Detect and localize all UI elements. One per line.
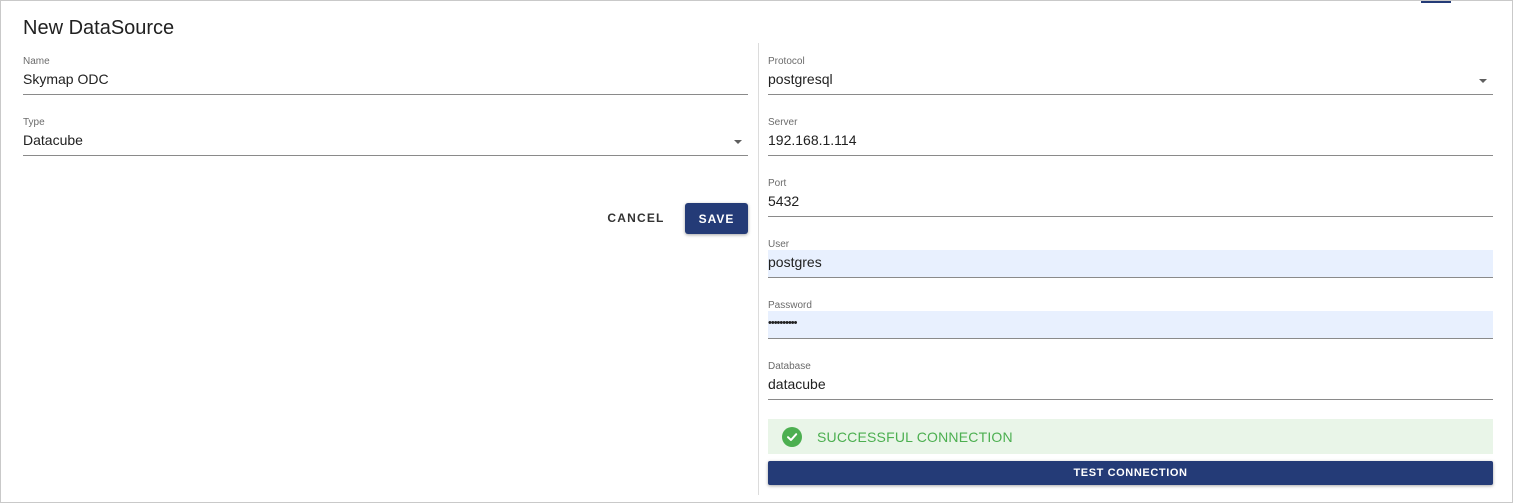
protocol-label: Protocol (768, 56, 805, 67)
connection-status-text: SUCCESSFUL CONNECTION (817, 428, 1013, 445)
password-input[interactable]: •••••••••• (768, 317, 797, 329)
type-select[interactable]: Type Datacube (23, 117, 748, 156)
column-divider (758, 43, 759, 495)
password-field[interactable]: Password •••••••••• (768, 300, 1493, 339)
user-field[interactable]: User postgres (768, 239, 1493, 278)
server-input[interactable]: 192.168.1.114 (768, 132, 857, 148)
database-label: Database (768, 361, 811, 372)
port-field[interactable]: Port 5432 (768, 178, 1493, 217)
type-value[interactable]: Datacube (23, 132, 83, 148)
user-label: User (768, 239, 790, 250)
name-input[interactable]: Skymap ODC (23, 71, 109, 87)
protocol-select[interactable]: Protocol postgresql (768, 56, 1493, 95)
port-input[interactable]: 5432 (768, 193, 799, 209)
protocol-value[interactable]: postgresql (768, 71, 833, 87)
port-label: Port (768, 178, 787, 189)
password-label: Password (768, 300, 812, 311)
database-field[interactable]: Database datacube (768, 361, 1493, 400)
background-scroll-indicator (1421, 1, 1451, 3)
name-field[interactable]: Name Skymap ODC (23, 56, 748, 95)
check-circle-icon (782, 426, 802, 447)
user-input[interactable]: postgres (768, 254, 822, 270)
autofill-background (768, 250, 1493, 277)
server-label: Server (768, 117, 798, 128)
chevron-down-icon[interactable] (1479, 79, 1487, 83)
cancel-button[interactable]: CANCEL (601, 203, 671, 233)
new-datasource-dialog: New DataSource Name Skymap ODC Type Data… (0, 0, 1513, 503)
connection-status-banner: SUCCESSFUL CONNECTION (768, 419, 1493, 454)
autofill-background (768, 311, 1493, 338)
type-label: Type (23, 117, 45, 128)
server-field[interactable]: Server 192.168.1.114 (768, 117, 1493, 156)
test-connection-button[interactable]: TEST CONNECTION (768, 461, 1493, 485)
chevron-down-icon[interactable] (734, 140, 742, 144)
save-button[interactable]: SAVE (685, 203, 748, 234)
dialog-title: New DataSource (23, 17, 175, 39)
name-label: Name (23, 56, 50, 67)
database-input[interactable]: datacube (768, 376, 826, 392)
